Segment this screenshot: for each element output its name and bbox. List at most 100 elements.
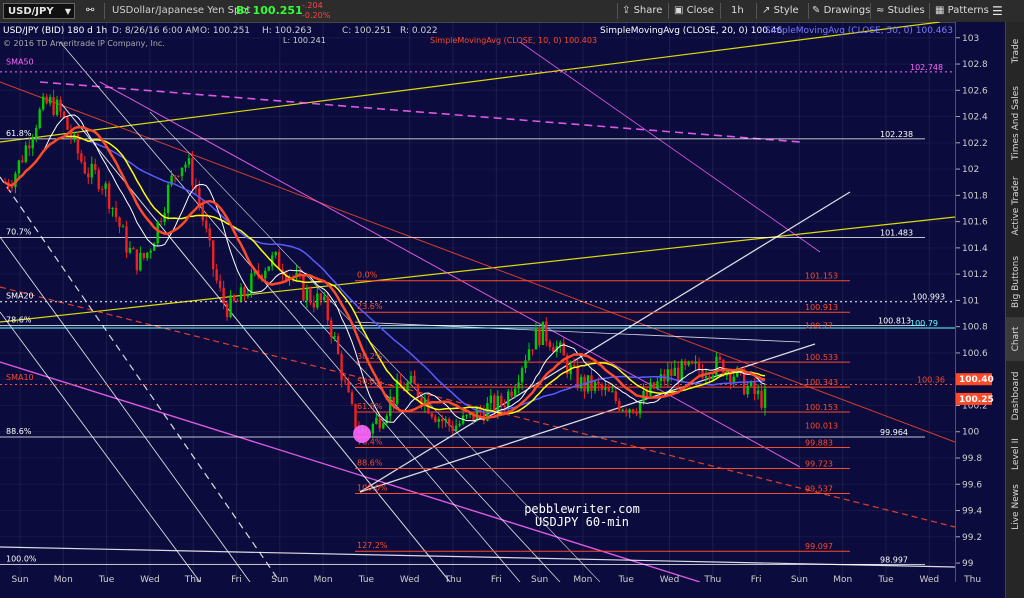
sidebar-tab-big-buttons[interactable]: Big Buttons (1006, 247, 1024, 317)
candle-body (62, 111, 66, 118)
sidebar-tab-trade[interactable]: Trade (1006, 22, 1024, 80)
fib-level-label: 61.8% (6, 129, 32, 138)
candle-body (10, 186, 14, 188)
chevron-down-icon: ▼ (64, 7, 71, 16)
sidebar-tab-times-and-sales[interactable]: Times And Sales (1006, 80, 1024, 165)
candle-body (121, 226, 125, 228)
level-price-label: 99.723 (805, 460, 833, 469)
timeframe-button[interactable]: 1h (731, 0, 744, 22)
candle-body (753, 381, 756, 395)
candle-body (510, 391, 513, 397)
y-tick-label: 100.6 (962, 349, 988, 359)
price-chart[interactable]: 61.8% 70.7% 78.6% 88.6% 100.0% 0.0% 23.6% 38.2%… (0, 22, 955, 582)
candle-body (166, 184, 170, 213)
x-tick-label: Thu (963, 575, 981, 585)
y-tick-label: 100 (962, 428, 979, 438)
candle-body (756, 390, 760, 395)
candle-body (527, 349, 531, 361)
candle-body (649, 382, 652, 396)
candle-body (500, 395, 503, 406)
level-price-label: 101.153 (805, 272, 838, 281)
close-button[interactable]: ▣ Close (674, 0, 714, 22)
x-tick-label: Sun (11, 575, 28, 585)
candle-body (312, 302, 316, 308)
studies-button[interactable]: ≈ Studies (876, 0, 925, 22)
y-tick-label: 101.8 (962, 191, 988, 201)
share-button[interactable]: ⇪ Share (622, 0, 662, 22)
sma-label: SMA50 (6, 58, 34, 67)
candle-body (118, 217, 121, 227)
candle-body (347, 380, 350, 393)
x-tick-label: Sun (791, 575, 808, 585)
candle-body (635, 412, 638, 414)
chart-toolbar: USD/JPY ▼ ⚯ USDollar/Japanese Yen Spot B… (0, 0, 1024, 23)
y-tick-label: 102.6 (962, 86, 988, 96)
link-icon[interactable]: ⚯ (86, 0, 94, 22)
candle-body (517, 382, 520, 389)
candle-body (604, 387, 607, 390)
x-tick-label: Thu (184, 575, 202, 585)
x-tick-label: Tue (877, 575, 894, 585)
candle-body (673, 367, 676, 376)
fib-level-label: 61.8% (357, 402, 383, 411)
candle-body (83, 161, 87, 174)
copyright: © 2016 TD Ameritrade IP Company, Inc. (3, 39, 165, 48)
candle-body (437, 418, 440, 422)
y-tick-label: 99.6 (962, 480, 982, 490)
price-axis[interactable]: 103 102.8 102.6 102.4 102.2 102 101.8 101.6 101.… (955, 22, 1006, 582)
candle-body (135, 249, 139, 271)
sidebar-tab-dashboard[interactable]: Dashboard (1006, 361, 1024, 431)
x-tick-label: Tue (358, 575, 375, 585)
menu-icon[interactable]: ☰ (992, 0, 1003, 22)
level-price-label: 98.997 (880, 555, 908, 564)
fib-level-label: 23.6% (357, 302, 383, 311)
y-tick-label: 102.8 (962, 60, 988, 70)
x-tick-label: Mon (833, 575, 852, 585)
trendline (0, 236, 251, 582)
candle-body (264, 270, 267, 279)
sidebar-tab-live-news[interactable]: Live News (1006, 476, 1024, 538)
sidebar-tab-active-trader[interactable]: Active Trader (1006, 165, 1024, 247)
candle-body (430, 413, 434, 417)
candle-body (600, 384, 604, 390)
y-tick-label: 99 (962, 559, 974, 569)
candle-body (205, 220, 208, 229)
level-price-label: 100.533 (805, 353, 838, 362)
level-price-label: 100.013 (805, 421, 838, 430)
x-tick-label: Wed (660, 575, 680, 585)
chart-header-date: D: 8/26/16 6:00 AM (112, 26, 199, 36)
sidebar-tab-chart[interactable]: Chart (1006, 317, 1024, 361)
sidebar-tab-level-ii[interactable]: Level II (1006, 431, 1024, 476)
x-tick-label: Wed (400, 575, 420, 585)
candle-body (128, 247, 132, 253)
price-tag-label: 100.40 (959, 375, 994, 385)
level-price-label: 99.537 (805, 484, 833, 493)
candle-body (656, 381, 659, 389)
candle-body (323, 296, 326, 300)
sma-label: SMA10 (6, 373, 34, 382)
candle-body (267, 266, 270, 271)
candle-body (548, 341, 552, 348)
level-price-label: 100.913 (805, 303, 838, 312)
y-tick-label: 102 (962, 165, 979, 175)
candle-body (506, 391, 510, 408)
fib-level-label: 100.0% (357, 483, 388, 492)
y-tick-labels: 103 102.8 102.6 102.4 102.2 102 101.8 101.6 101.… (956, 34, 988, 569)
candle-body (277, 251, 281, 270)
time-axis[interactable]: Sun Mon Tue Wed Thu Fri Sun Mon Tue Wed Thu Fri Sun M… (0, 570, 1005, 598)
candle-body (493, 395, 496, 413)
y-tick-label: 99.8 (962, 454, 982, 464)
level-price-label: 100.153 (805, 403, 838, 412)
symbol-selector[interactable]: USD/JPY ▼ (3, 3, 75, 19)
style-button[interactable]: ↗ Style (762, 0, 799, 22)
candle-body (628, 409, 631, 413)
level-price-label: 100.77 (805, 322, 833, 331)
level-price-label: 100.79 (910, 319, 938, 328)
level-price-label: 102.238 (880, 130, 913, 139)
fib-level-label: 100.0% (6, 554, 37, 563)
candle-body (465, 414, 468, 416)
candle-body (319, 293, 322, 300)
patterns-button[interactable]: ▦ Patterns (935, 0, 989, 22)
drawings-button[interactable]: ✎ Drawings (812, 0, 870, 22)
candle-body (708, 376, 711, 379)
